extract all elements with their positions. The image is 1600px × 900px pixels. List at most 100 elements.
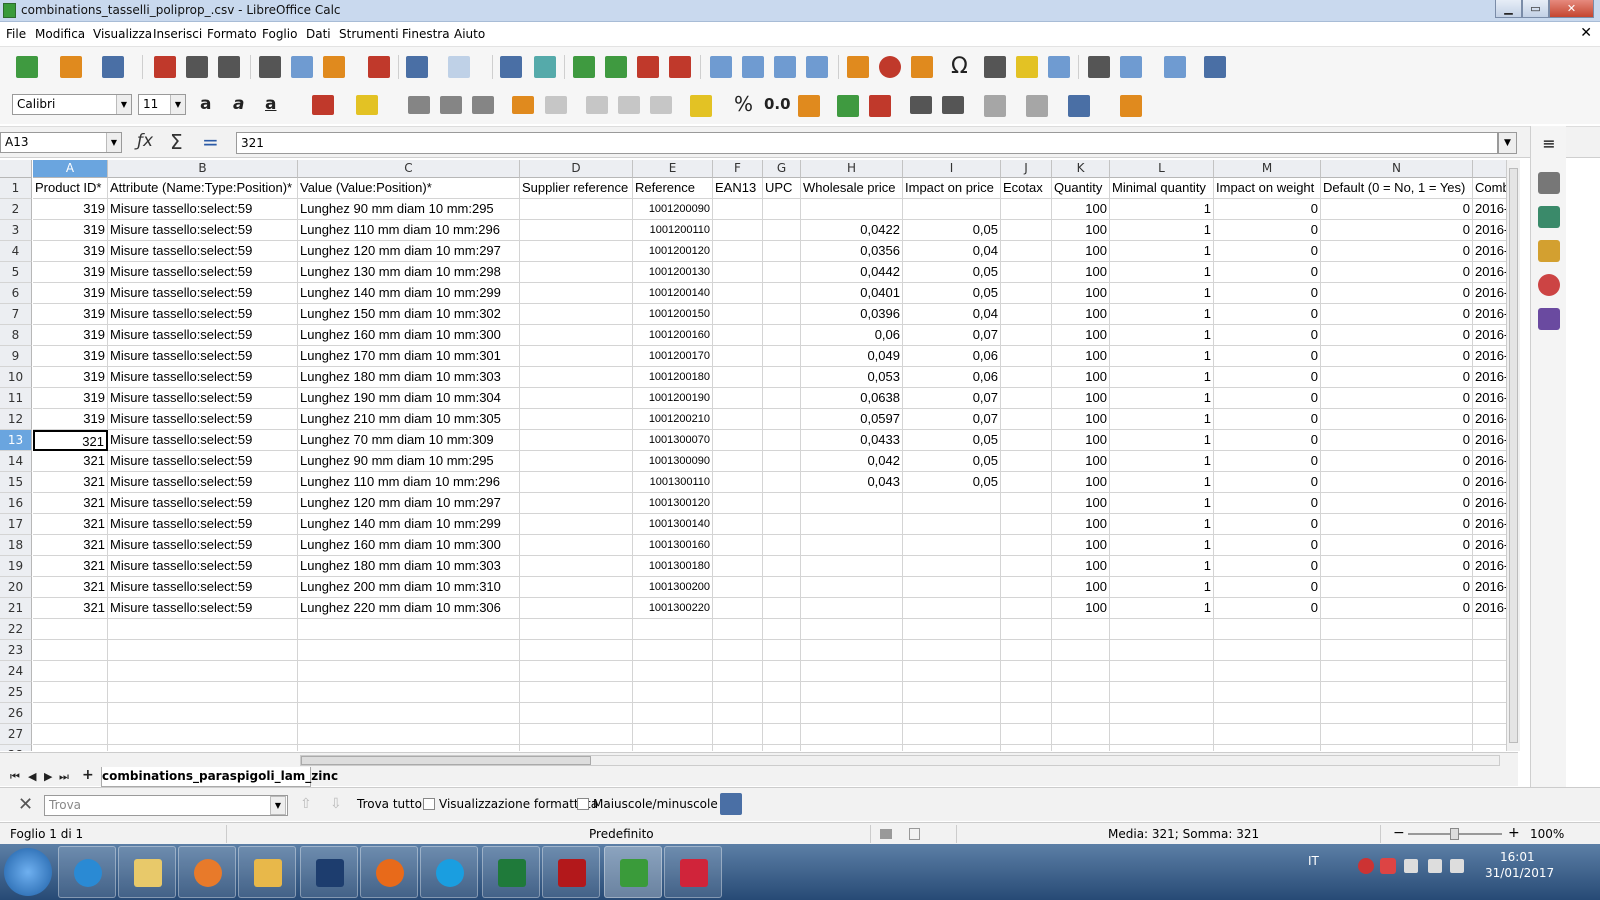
table-cell[interactable] [633,745,713,751]
flag-icon[interactable] [1450,859,1464,873]
sidebar-menu-icon[interactable]: ≡ [1538,134,1560,156]
number-format-icon[interactable]: 0.0 [764,95,791,113]
table-cell[interactable] [108,703,298,724]
table-cell[interactable]: 100 [1052,493,1110,514]
select-all-corner[interactable] [0,160,32,178]
align-left-icon[interactable] [408,96,430,114]
header-cell[interactable]: Value (Value:Position)* [298,178,520,199]
table-cell[interactable] [713,493,763,514]
table-cell[interactable] [801,535,903,556]
table-cell[interactable] [763,640,801,661]
table-cell[interactable]: 100 [1052,451,1110,472]
row-header[interactable]: 6 [0,283,32,304]
table-cell[interactable]: 319 [33,220,108,241]
table-cell[interactable] [520,661,633,682]
table-cell[interactable] [903,724,1001,745]
table-cell[interactable] [763,220,801,241]
table-cell[interactable]: 0 [1321,325,1473,346]
table-cell[interactable]: 319 [33,199,108,220]
table-cell[interactable]: 100 [1052,367,1110,388]
merge-cells-icon[interactable] [545,96,567,114]
table-cell[interactable] [1001,220,1052,241]
currency-icon[interactable] [690,95,712,117]
table-cell[interactable] [763,745,801,751]
wrap-text-icon[interactable] [512,96,534,114]
table-cell[interactable] [763,724,801,745]
table-cell[interactable]: 1001300220 [633,598,713,619]
table-cell[interactable]: 0,05 [903,220,1001,241]
table-cell[interactable] [633,682,713,703]
table-cell[interactable]: 1 [1110,493,1214,514]
table-cell[interactable]: 0,0396 [801,304,903,325]
table-cell[interactable]: 319 [33,409,108,430]
table-cell[interactable] [713,724,763,745]
table-cell[interactable] [1001,745,1052,751]
header-cell[interactable]: Wholesale price [801,178,903,199]
table-cell[interactable] [520,745,633,751]
table-cell[interactable]: 0 [1214,493,1321,514]
row-header[interactable]: 25 [0,682,32,703]
table-cell[interactable]: 100 [1052,283,1110,304]
formatted-display-checkbox[interactable] [423,798,435,810]
header-footer-icon[interactable] [1048,56,1070,78]
copy-icon[interactable] [291,56,313,78]
row-header[interactable]: 12 [0,409,32,430]
table-cell[interactable]: 100 [1052,325,1110,346]
font-color-icon[interactable] [312,95,334,115]
table-cell[interactable] [298,682,520,703]
table-cell[interactable]: 100 [1052,388,1110,409]
column-header[interactable]: A [33,160,108,178]
tray-icon[interactable] [1358,858,1374,874]
properties-icon[interactable] [1538,172,1560,194]
table-cell[interactable] [713,325,763,346]
table-cell[interactable] [1052,682,1110,703]
header-cell[interactable]: Product ID* [33,178,108,199]
table-cell[interactable] [1001,493,1052,514]
table-cell[interactable] [801,745,903,751]
table-cell[interactable] [298,703,520,724]
table-cell[interactable] [1001,640,1052,661]
table-cell[interactable]: Lunghez 90 mm diam 10 mm:295 [298,199,520,220]
table-cell[interactable]: 1 [1110,241,1214,262]
table-cell[interactable] [713,220,763,241]
table-cell[interactable] [763,346,801,367]
insert-column-icon[interactable] [605,56,627,78]
table-cell[interactable] [763,199,801,220]
header-cell[interactable]: Minimal quantity [1110,178,1214,199]
date-format-icon[interactable] [798,95,820,117]
horizontal-scrollbar[interactable] [300,755,1500,766]
table-cell[interactable]: 1001300140 [633,514,713,535]
table-cell[interactable]: Misure tassello:select:59 [108,262,298,283]
menu-aiuto[interactable]: Aiuto [454,27,485,41]
table-cell[interactable]: 1 [1110,598,1214,619]
border-color-icon[interactable] [1068,95,1090,117]
table-cell[interactable] [713,451,763,472]
show-draw-functions-icon[interactable] [1204,56,1226,78]
table-cell[interactable] [713,619,763,640]
table-cell[interactable] [763,661,801,682]
table-cell[interactable] [1214,724,1321,745]
table-cell[interactable]: 1 [1110,325,1214,346]
function-icon[interactable]: = [202,130,219,154]
table-cell[interactable] [33,745,108,751]
table-cell[interactable] [763,430,801,451]
table-cell[interactable]: 1001200170 [633,346,713,367]
table-cell[interactable]: 0,0356 [801,241,903,262]
table-cell[interactable]: 100 [1052,199,1110,220]
table-cell[interactable] [1001,262,1052,283]
table-cell[interactable]: 0 [1321,556,1473,577]
table-cell[interactable] [903,619,1001,640]
table-cell[interactable]: 0 [1214,220,1321,241]
table-cell[interactable]: 1 [1110,388,1214,409]
last-sheet-icon[interactable]: ⏭ [59,770,69,784]
table-cell[interactable]: Misure tassello:select:59 [108,556,298,577]
styles-icon[interactable] [1538,206,1560,228]
table-cell[interactable] [1001,304,1052,325]
table-cell[interactable]: 0,042 [801,451,903,472]
print-preview-icon[interactable] [218,56,240,78]
table-cell[interactable] [763,577,801,598]
table-cell[interactable] [801,661,903,682]
table-cell[interactable]: 100 [1052,304,1110,325]
align-middle-icon[interactable] [618,96,640,114]
table-cell[interactable]: 0,043 [801,472,903,493]
